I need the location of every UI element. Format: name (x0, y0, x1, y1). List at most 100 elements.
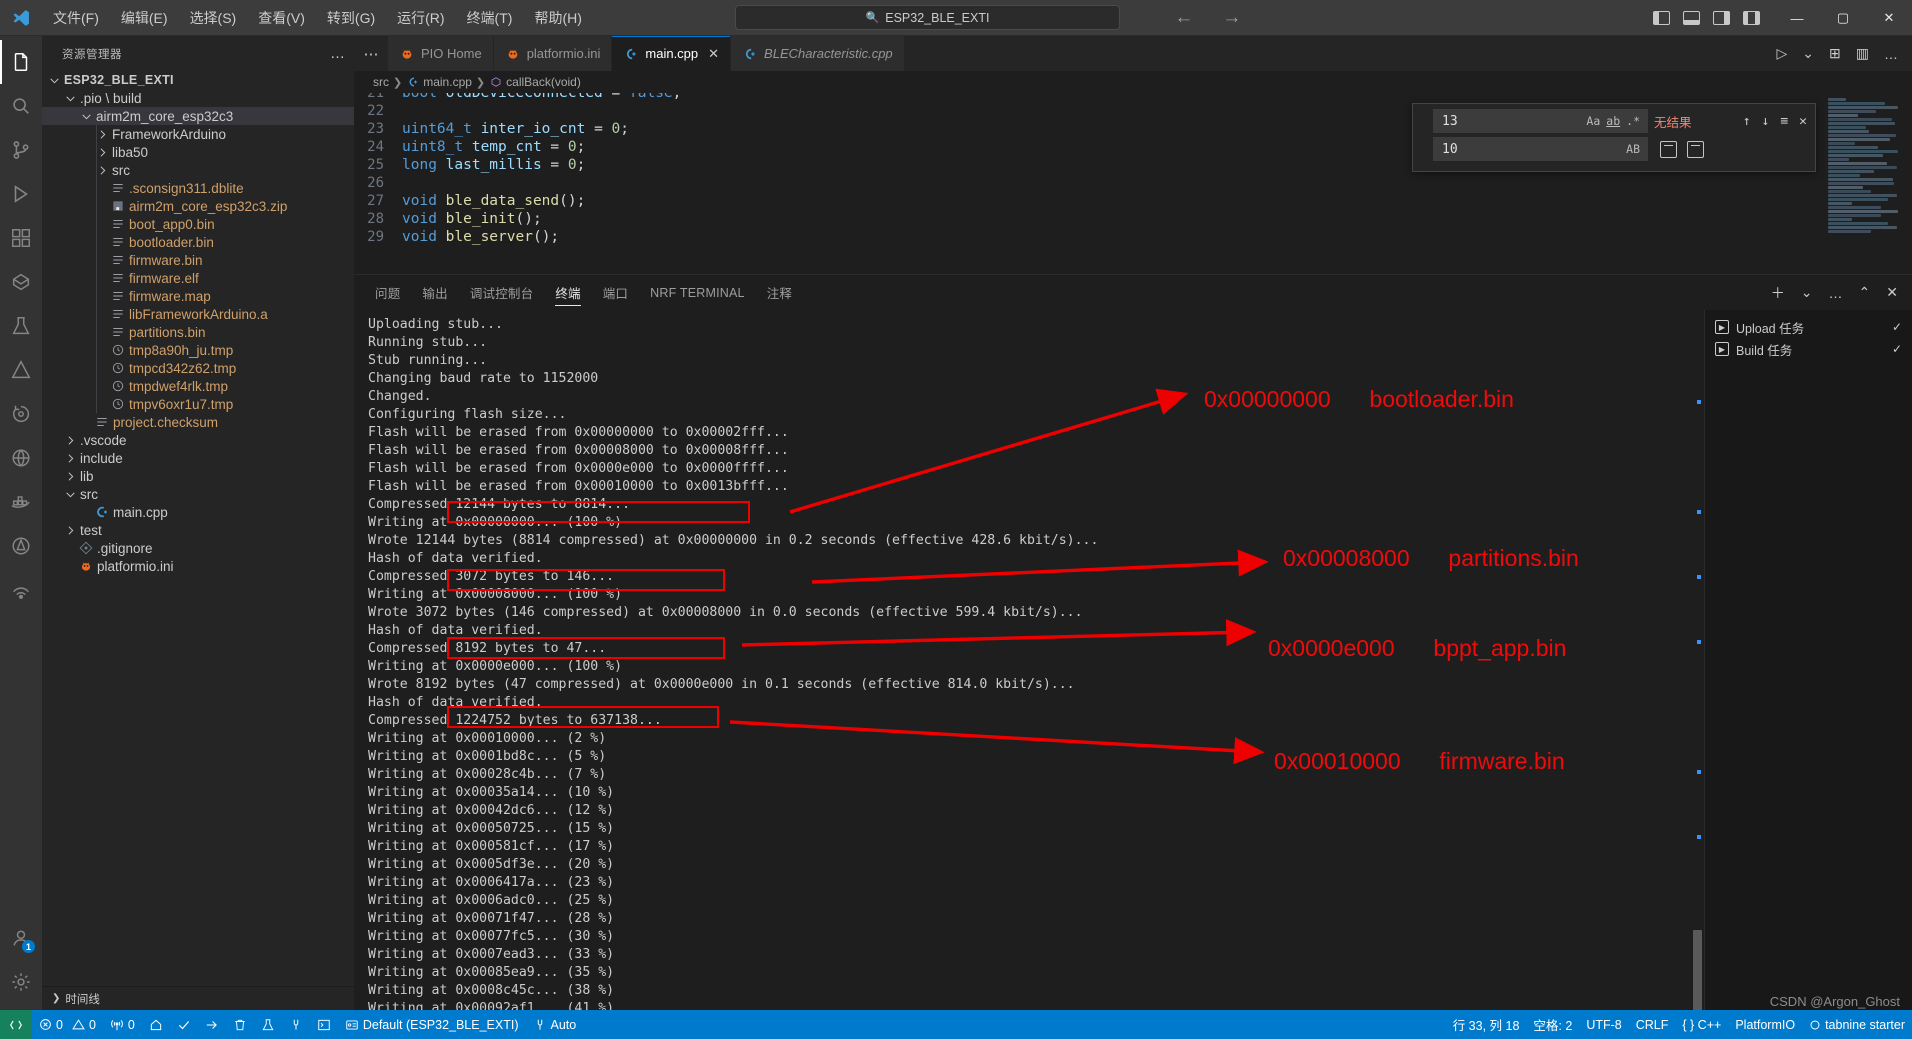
tree-item-main-cpp[interactable]: main.cpp (42, 503, 354, 521)
panel-tab-terminal[interactable]: 终端 (544, 275, 591, 310)
replace-icon[interactable] (1660, 141, 1677, 158)
tree-item-test[interactable]: test (42, 521, 354, 539)
tree-item-tmp8a90h-ju-tmp[interactable]: tmp8a90h_ju.tmp (42, 341, 354, 359)
tree-item-lib[interactable]: lib (42, 467, 354, 485)
tree-item--vscode[interactable]: .vscode (42, 431, 354, 449)
whole-word-icon[interactable]: ab (1603, 114, 1623, 128)
breadcrumb-symbol[interactable]: callBack(void) (506, 75, 581, 89)
breadcrumb-file[interactable]: main.cpp (423, 75, 472, 89)
menu-help[interactable]: 帮助(H) (523, 0, 592, 36)
tree-item--pio-build[interactable]: .pio \ build (42, 89, 354, 107)
command-center-search[interactable]: 🔍 ESP32_BLE_EXTI (735, 5, 1120, 30)
minimize-button[interactable]: — (1774, 0, 1820, 36)
match-case-icon[interactable]: Aa (1583, 114, 1603, 128)
activity-explorer[interactable] (0, 40, 42, 84)
panel-tab-ports[interactable]: 端口 (592, 275, 639, 310)
tabs-more-icon[interactable]: ⋯ (354, 36, 388, 71)
activity-settings[interactable] (0, 960, 42, 1004)
activity-run-debug[interactable] (0, 172, 42, 216)
activity-cmake[interactable] (0, 524, 42, 568)
panel-actions[interactable]: ＋ ⌄ … ⌃ ✕ (1771, 283, 1912, 303)
serial-monitor-icon[interactable]: ⊞ (1829, 45, 1841, 62)
tab-platformio-ini[interactable]: platformio.ini (494, 36, 613, 71)
minimap[interactable] (1822, 93, 1912, 273)
tree-item-firmware-elf[interactable]: firmware.elf (42, 269, 354, 287)
tree-item-bootloader-bin[interactable]: bootloader.bin (42, 233, 354, 251)
remote-indicator[interactable] (0, 1010, 32, 1039)
tree-item-platformio-ini[interactable]: platformio.ini (42, 557, 354, 575)
close-panel-icon[interactable]: ✕ (1886, 284, 1898, 301)
status-pio-home[interactable] (142, 1010, 170, 1039)
status-language-mode[interactable]: { } C++ (1675, 1010, 1728, 1039)
tree-item-firmware-bin[interactable]: firmware.bin (42, 251, 354, 269)
tree-item-esp32-ble-exti[interactable]: ESP32_BLE_EXTI (42, 71, 354, 89)
terminal-task-build[interactable]: ▶ Build 任务 ✓ (1705, 338, 1912, 360)
status-serial-port[interactable]: Auto (526, 1010, 584, 1039)
tree-item-airm2m-core-esp32c3[interactable]: airm2m_core_esp32c3 (42, 107, 354, 125)
terminal-task-upload[interactable]: ▶ Upload 任务 ✓ (1705, 316, 1912, 338)
sidebar-more-actions-icon[interactable]: … (330, 45, 346, 62)
run-icon[interactable]: ▷ (1777, 45, 1788, 62)
menu-file[interactable]: 文件(F) (42, 0, 110, 36)
status-pio-build[interactable] (170, 1010, 198, 1039)
status-pio-clean[interactable] (226, 1010, 254, 1039)
run-options-chevron-icon[interactable]: ⌄ (1802, 45, 1814, 62)
status-new-terminal[interactable] (310, 1010, 338, 1039)
activity-extensions[interactable] (0, 216, 42, 260)
activity-accounts[interactable]: 1 (0, 916, 42, 960)
menu-edit[interactable]: 编辑(E) (110, 0, 179, 36)
panel-tab-nrf-terminal[interactable]: NRF TERMINAL (639, 275, 756, 310)
editor-actions[interactable]: ▷ ⌄ ⊞ ▥ … (1777, 36, 1912, 71)
tab-main-cpp[interactable]: main.cpp ✕ (612, 36, 731, 71)
preserve-case-icon[interactable]: AB (1623, 142, 1643, 156)
menu-terminal[interactable]: 终端(T) (456, 0, 524, 36)
panel-more-actions-icon[interactable]: … (1829, 285, 1843, 301)
tree-item-src[interactable]: src (42, 485, 354, 503)
customize-layout-icon[interactable] (1743, 11, 1760, 25)
activity-testing[interactable] (0, 304, 42, 348)
panel-tab-comments[interactable]: 注释 (756, 275, 803, 310)
menu-run[interactable]: 运行(R) (386, 0, 455, 36)
toggle-primary-sidebar-icon[interactable] (1653, 11, 1670, 25)
status-pio-test[interactable] (254, 1010, 282, 1039)
tree-item-frameworkarduino[interactable]: FrameworkArduino (42, 125, 354, 143)
find-next-icon[interactable]: ↓ (1762, 114, 1770, 129)
menu-go[interactable]: 转到(G) (316, 0, 386, 36)
menu-bar[interactable]: 文件(F) 编辑(E) 选择(S) 查看(V) 转到(G) 运行(R) 终端(T… (42, 0, 593, 35)
maximize-panel-icon[interactable]: ⌃ (1859, 284, 1871, 301)
close-find-icon[interactable]: ✕ (1799, 114, 1807, 129)
tree-item-libframeworkarduino-a[interactable]: libFrameworkArduino.a (42, 305, 354, 323)
code-editor[interactable]: 21bool oldDeviceConnected = false;2223ui… (354, 93, 1912, 273)
tree-item-project-checksum[interactable]: project.checksum (42, 413, 354, 431)
status-pio-upload[interactable] (198, 1010, 226, 1039)
file-tree[interactable]: ESP32_BLE_EXTI.pio \ buildairm2m_core_es… (42, 71, 354, 986)
activity-platformio[interactable] (0, 260, 42, 304)
go-back-icon[interactable]: ← (1173, 7, 1195, 29)
tree-item--sconsign311-dblite[interactable]: .sconsign311.dblite (42, 179, 354, 197)
find-replace-widget[interactable]: chevron-down-icon 13 Aa ab .* 无结果 ↑ ↓ ≡ … (1412, 103, 1816, 172)
activity-search[interactable] (0, 84, 42, 128)
timeline-section[interactable]: ❯ 时间线 (42, 986, 354, 1010)
tree-item-include[interactable]: include (42, 449, 354, 467)
tree-item-tmpv6oxr1u7-tmp[interactable]: tmpv6oxr1u7.tmp (42, 395, 354, 413)
activity-source-control[interactable] (0, 128, 42, 172)
terminal-profile-chevron-icon[interactable]: ⌄ (1801, 284, 1813, 301)
terminal-tabs-list[interactable]: ▶ Upload 任务 ✓ ▶ Build 任务 ✓ (1704, 310, 1912, 1010)
status-indentation[interactable]: 空格: 2 (1526, 1010, 1579, 1039)
menu-selection[interactable]: 选择(S) (179, 0, 248, 36)
status-cursor-position[interactable]: 行 33, 列 18 (1446, 1010, 1527, 1039)
status-problems[interactable]: 0 0 (32, 1010, 103, 1039)
find-input[interactable]: 13 Aa ab .* (1433, 109, 1648, 133)
tree-item-tmpdwef4rlk-tmp[interactable]: tmpdwef4rlk.tmp (42, 377, 354, 395)
toggle-secondary-sidebar-icon[interactable] (1713, 11, 1730, 25)
activity-remote-explorer[interactable] (0, 436, 42, 480)
replace-all-icon[interactable] (1687, 141, 1704, 158)
status-serial-monitor[interactable] (282, 1010, 310, 1039)
tree-item-liba50[interactable]: liba50 (42, 143, 354, 161)
tab-pio-home[interactable]: PIO Home (388, 36, 494, 71)
tree-item-firmware-map[interactable]: firmware.map (42, 287, 354, 305)
tab-blecharacteristic-cpp[interactable]: BLECharacteristic.cpp (731, 36, 905, 71)
go-forward-icon[interactable]: → (1221, 7, 1243, 29)
panel-tab-debug-console[interactable]: 调试控制台 (459, 275, 545, 310)
navigation-arrows[interactable]: ← → (1173, 7, 1243, 29)
